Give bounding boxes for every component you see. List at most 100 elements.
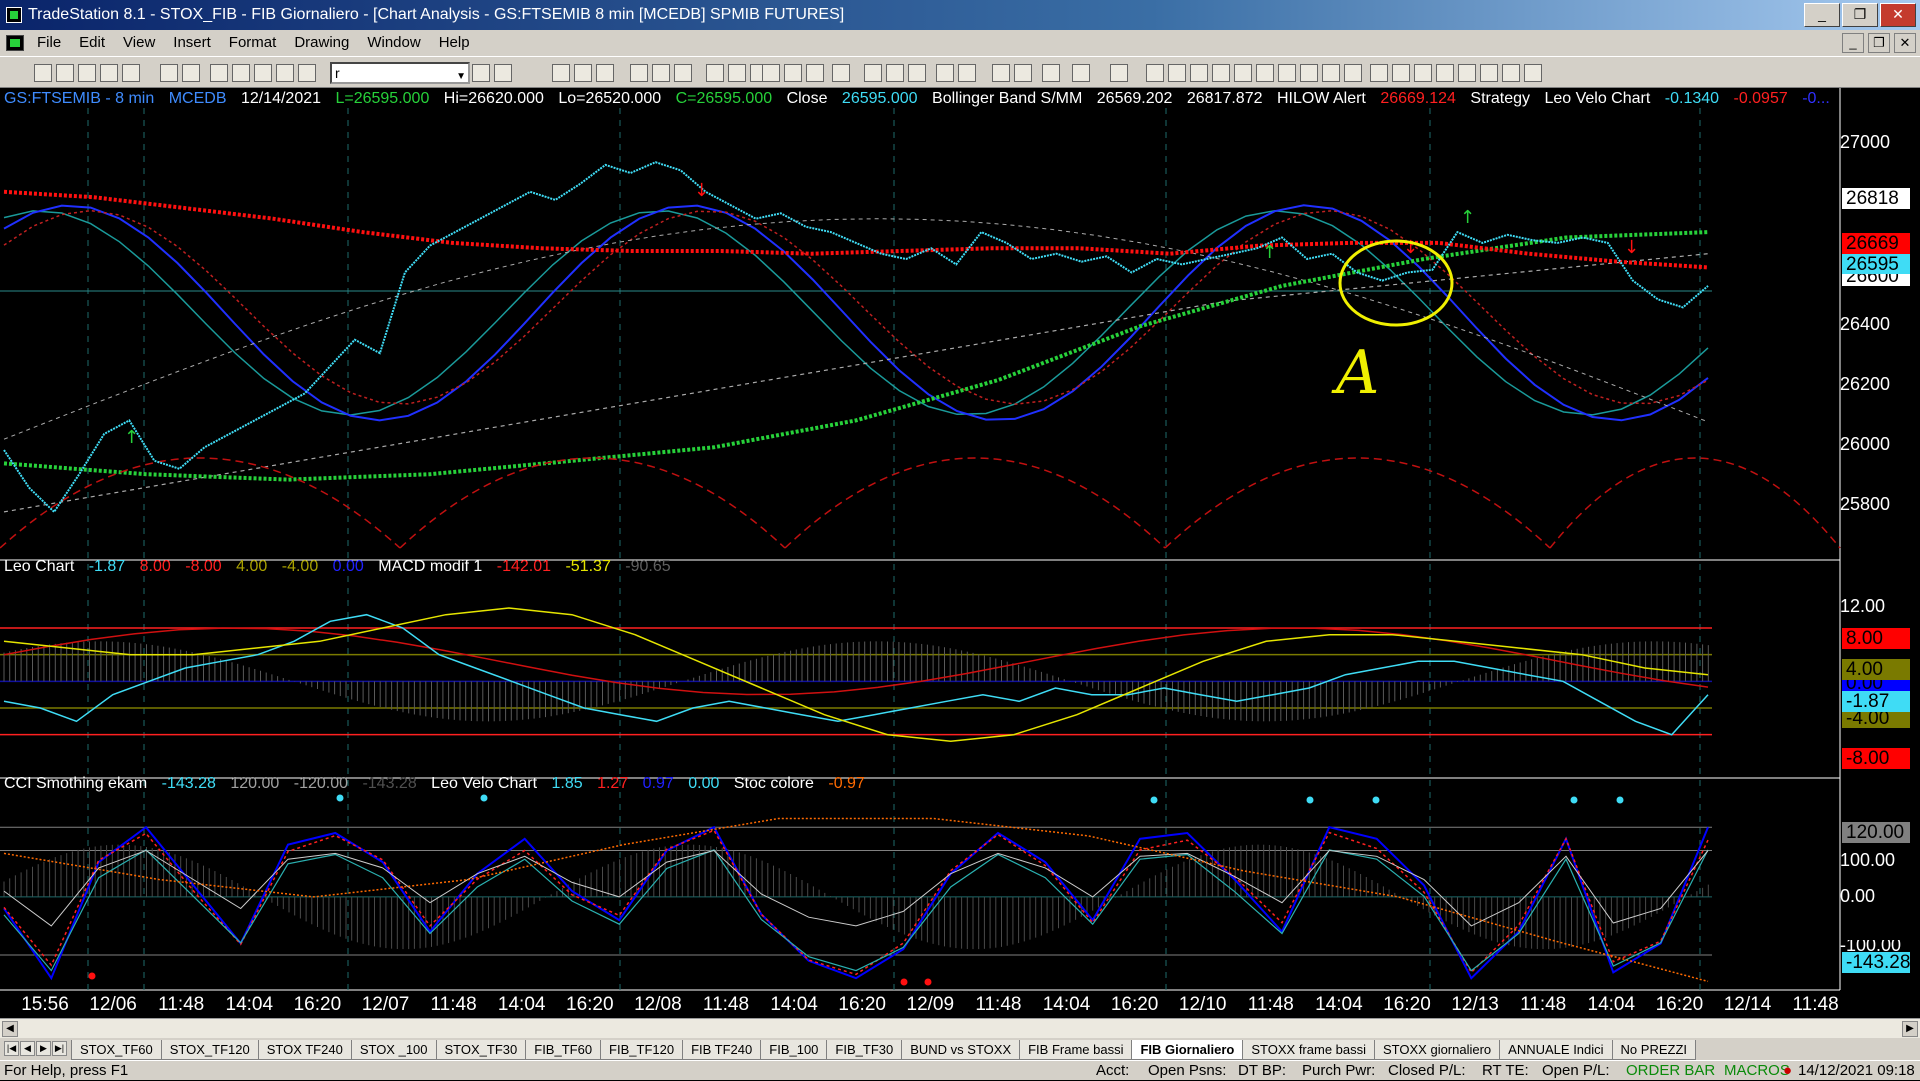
pencil-icon[interactable]: [1344, 64, 1362, 82]
zoom-in-icon[interactable]: [936, 64, 954, 82]
menu-window[interactable]: Window: [358, 30, 429, 56]
arrow-pointer-icon[interactable]: [1458, 64, 1476, 82]
news-icon[interactable]: [652, 64, 670, 82]
cascade-icon[interactable]: [232, 64, 250, 82]
minimize-button[interactable]: _: [1804, 3, 1840, 27]
horizontal-line-icon[interactable]: [1168, 64, 1186, 82]
new-icon[interactable]: [34, 64, 52, 82]
order-icon[interactable]: [728, 64, 746, 82]
text-icon[interactable]: [1524, 64, 1542, 82]
chart-icon[interactable]: [552, 64, 570, 82]
report-icon[interactable]: [784, 64, 802, 82]
rectangle-icon[interactable]: [1502, 64, 1520, 82]
radar-icon[interactable]: [574, 64, 592, 82]
insert-study-icon[interactable]: [832, 64, 850, 82]
sheet-tab[interactable]: FIB Frame bassi: [1019, 1040, 1133, 1060]
regression-icon[interactable]: [1278, 64, 1296, 82]
lookup-icon[interactable]: [494, 64, 512, 82]
sheet-tab[interactable]: FIB Giornaliero: [1131, 1040, 1244, 1060]
mdi-close-button[interactable]: ✕: [1894, 33, 1916, 53]
menu-format[interactable]: Format: [220, 30, 286, 56]
channel-icon[interactable]: [1190, 64, 1208, 82]
trendline-icon[interactable]: [1146, 64, 1164, 82]
portfolio-icon[interactable]: [706, 64, 724, 82]
next-tab-icon[interactable]: ▶: [36, 1041, 51, 1056]
cycle-icon[interactable]: [1322, 64, 1340, 82]
scroll-right-icon[interactable]: ▶: [1902, 1021, 1918, 1037]
sheet-tab[interactable]: FIB_TF120: [600, 1040, 684, 1060]
bar-spacing-icon[interactable]: [864, 64, 882, 82]
eraser-icon[interactable]: [1110, 64, 1128, 82]
menu-view[interactable]: View: [114, 30, 164, 56]
title-bar: TradeStation 8.1 - STOX_FIB - FIB Giorna…: [0, 0, 1920, 30]
cross-hair-icon[interactable]: [1014, 64, 1032, 82]
andrews-icon[interactable]: [1256, 64, 1274, 82]
link-icon[interactable]: [908, 64, 926, 82]
scanner-icon[interactable]: [630, 64, 648, 82]
optionstation-icon[interactable]: [674, 64, 692, 82]
symbol-combo[interactable]: r ▼: [330, 62, 470, 84]
menu-file[interactable]: File: [28, 30, 70, 56]
sheet-tab[interactable]: STOXX frame bassi: [1242, 1040, 1376, 1060]
menu-drawing[interactable]: Drawing: [285, 30, 358, 56]
sheet-tab[interactable]: ANNUALE Indici: [1499, 1040, 1613, 1060]
sheet-tab[interactable]: STOXX giornaliero: [1374, 1040, 1501, 1060]
open-icon[interactable]: [56, 64, 74, 82]
sheet-tab[interactable]: No PREZZI: [1611, 1040, 1697, 1060]
document-icon[interactable]: [6, 35, 24, 51]
pen-icon[interactable]: [1392, 64, 1410, 82]
alert-icon[interactable]: [806, 64, 824, 82]
arrow-down-icon[interactable]: [1414, 64, 1432, 82]
status-macros[interactable]: MACROS: [1724, 1061, 1790, 1081]
ellipse-icon[interactable]: [1480, 64, 1498, 82]
sheet-tab[interactable]: FIB_TF60: [525, 1040, 602, 1060]
sheet-tab[interactable]: STOX TF240: [257, 1040, 352, 1060]
matrix-icon[interactable]: [596, 64, 614, 82]
speed-lines-icon[interactable]: [1300, 64, 1318, 82]
arrow-right-icon[interactable]: [472, 64, 490, 82]
fibonacci-icon[interactable]: [1212, 64, 1230, 82]
velo-value-1: -0.1340: [1664, 90, 1720, 107]
chart-canvas[interactable]: ↑↑↑↓↓ ↓A: [0, 88, 1920, 1018]
scroll-left-icon[interactable]: ◀: [2, 1021, 18, 1037]
sheet-tab[interactable]: FIB_TF30: [826, 1040, 903, 1060]
first-tab-icon[interactable]: |◀: [4, 1041, 19, 1056]
scroll-icon[interactable]: [886, 64, 904, 82]
strategy-icon[interactable]: [762, 64, 780, 82]
pointer-icon[interactable]: [992, 64, 1010, 82]
globe-icon[interactable]: [276, 64, 294, 82]
sheet-tab[interactable]: STOX_TF60: [71, 1040, 162, 1060]
lock-icon[interactable]: [254, 64, 272, 82]
print-icon[interactable]: [160, 64, 178, 82]
status-order-bar[interactable]: ORDER BAR: [1626, 1061, 1715, 1081]
maximize-button[interactable]: ❐: [1842, 3, 1878, 27]
mdi-restore-button[interactable]: ❐: [1868, 33, 1890, 53]
arrow-up-icon[interactable]: [1436, 64, 1454, 82]
mdi-minimize-button[interactable]: _: [1842, 33, 1864, 53]
last-tab-icon[interactable]: ▶|: [52, 1041, 67, 1056]
menu-edit[interactable]: Edit: [70, 30, 114, 56]
sheet-tab[interactable]: STOX_TF120: [160, 1040, 259, 1060]
gann-icon[interactable]: [1234, 64, 1252, 82]
prev-tab-icon[interactable]: ◀: [20, 1041, 35, 1056]
print-preview-icon[interactable]: [182, 64, 200, 82]
horizontal-scrollbar[interactable]: ◀ ▶: [0, 1018, 1920, 1038]
sheet-tab[interactable]: FIB TF240: [682, 1040, 762, 1060]
close-button[interactable]: ✕: [1880, 3, 1916, 27]
sheet-tab[interactable]: STOX _100: [350, 1040, 437, 1060]
chart-area[interactable]: ↑ ↑ ↑ ↓ ↓ ↓ A GS:FTSEMIB - 8 min MCEDB 12/14/2…: [0, 88, 1920, 1018]
grid-icon[interactable]: [298, 64, 316, 82]
menu-insert[interactable]: Insert: [164, 30, 220, 56]
sheet-tab[interactable]: STOX_TF30: [435, 1040, 527, 1060]
drag-icon[interactable]: [1072, 64, 1090, 82]
sheet-tab[interactable]: BUND vs STOXX: [901, 1040, 1021, 1060]
menu-help[interactable]: Help: [430, 30, 479, 56]
zoom-out-icon[interactable]: [958, 64, 976, 82]
page-icon[interactable]: [122, 64, 140, 82]
window-icon[interactable]: [210, 64, 228, 82]
save-icon[interactable]: [78, 64, 96, 82]
curve-icon[interactable]: [1370, 64, 1388, 82]
workspace-icon[interactable]: [100, 64, 118, 82]
sheet-tab[interactable]: FIB_100: [760, 1040, 828, 1060]
tools-icon[interactable]: [1042, 64, 1060, 82]
